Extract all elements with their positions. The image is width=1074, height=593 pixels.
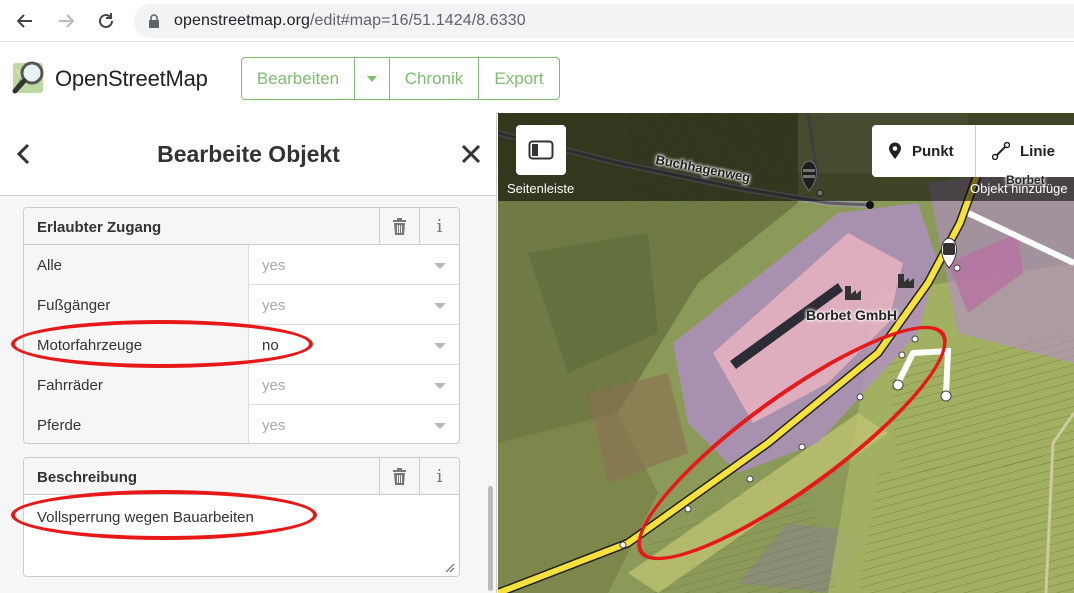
inspector-sidebar: Bearbeite Objekt Erlaubter Zugang i Alle… xyxy=(0,113,497,593)
dropdown-caret-icon[interactable] xyxy=(434,383,446,389)
description-info-button[interactable]: i xyxy=(419,458,459,495)
map-canvas[interactable]: Seitenleiste Punkt Linie Objekt hinzufüg… xyxy=(498,113,1074,593)
edit-dropdown-button[interactable] xyxy=(355,58,390,99)
access-row: Fahrräder yes xyxy=(24,365,459,405)
sidebar-toggle-button[interactable] xyxy=(516,125,566,175)
access-value-combo[interactable]: yes xyxy=(250,285,459,325)
trash-icon xyxy=(393,468,406,485)
brand-name[interactable]: OpenStreetMap xyxy=(55,66,208,92)
info-icon: i xyxy=(436,216,443,237)
add-line-label: Linie xyxy=(1020,142,1056,160)
add-feature-group: Punkt Linie xyxy=(872,125,1074,177)
access-value-combo[interactable]: yes xyxy=(250,365,459,405)
browser-toolbar: openstreetmap.org/edit#map=16/51.1424/8.… xyxy=(0,0,1074,42)
back-arrow-icon[interactable] xyxy=(13,9,37,33)
osm-header: OpenStreetMap Bearbeiten Chronik Export xyxy=(0,43,1074,113)
access-key: Fahrräder xyxy=(24,365,249,405)
edit-button[interactable]: Bearbeiten xyxy=(242,58,355,99)
access-field-label: Erlaubter Zugang xyxy=(37,219,162,236)
access-info-button[interactable]: i xyxy=(419,208,459,245)
dropdown-caret-icon[interactable] xyxy=(434,303,446,309)
access-field-header: Erlaubter Zugang i xyxy=(24,208,459,245)
access-delete-button[interactable] xyxy=(379,208,419,245)
osm-logo-icon[interactable] xyxy=(12,59,48,95)
sidebar-scrollbar[interactable] xyxy=(488,486,493,591)
dropdown-caret-icon[interactable] xyxy=(434,263,446,269)
caret-down-icon xyxy=(367,75,377,82)
line-icon xyxy=(992,142,1010,160)
url-host: openstreetmap.org xyxy=(174,12,311,29)
add-point-label: Punkt xyxy=(912,142,954,160)
sidebar-toggle-icon xyxy=(528,140,554,160)
point-icon xyxy=(889,142,901,159)
panel-title: Bearbeite Objekt xyxy=(157,141,340,167)
dropdown-caret-icon[interactable] xyxy=(434,343,446,349)
description-delete-button[interactable] xyxy=(379,458,419,495)
add-point-button[interactable]: Punkt xyxy=(872,125,976,177)
url-text: openstreetmap.org/edit#map=16/51.1424/8.… xyxy=(174,12,526,30)
add-line-button[interactable]: Linie xyxy=(976,125,1074,177)
annotation-oval-motorfahrzeuge xyxy=(11,320,313,368)
company-label: Borbet GmbH xyxy=(806,307,897,323)
dropdown-caret-icon[interactable] xyxy=(434,423,446,429)
inspector-header: Bearbeite Objekt xyxy=(0,113,496,196)
description-field-header: Beschreibung i xyxy=(24,458,459,495)
history-button[interactable]: Chronik xyxy=(390,58,479,99)
url-path: /edit#map=16/51.1424/8.6330 xyxy=(310,12,526,29)
reload-icon[interactable] xyxy=(94,9,118,33)
sidebar-toggle-label: Seitenleiste xyxy=(507,181,575,196)
access-value-combo[interactable]: yes xyxy=(250,245,459,285)
access-row: Fußgänger yes xyxy=(24,285,459,325)
company-label-short: Borbet xyxy=(1006,173,1045,187)
annotation-oval-description xyxy=(11,490,317,540)
forward-arrow-icon[interactable] xyxy=(54,9,78,33)
map-top-bar: Seitenleiste Punkt Linie Objekt hinzufüg… xyxy=(498,113,1074,201)
close-icon[interactable] xyxy=(461,144,481,164)
lock-icon xyxy=(149,14,159,28)
access-key: Fußgänger xyxy=(24,285,249,325)
access-value-combo[interactable]: yes xyxy=(250,405,459,443)
description-field-label: Beschreibung xyxy=(37,469,138,486)
main-button-group: Bearbeiten Chronik Export xyxy=(241,57,560,100)
trash-icon xyxy=(393,218,406,235)
access-row: Alle yes xyxy=(24,245,459,285)
address-bar[interactable]: openstreetmap.org/edit#map=16/51.1424/8.… xyxy=(134,4,1074,38)
access-key: Pferde xyxy=(24,405,249,443)
export-button[interactable]: Export xyxy=(479,58,559,99)
access-row: Pferde yes xyxy=(24,405,459,443)
access-key: Alle xyxy=(24,245,249,285)
resize-handle-icon[interactable] xyxy=(445,563,455,573)
info-icon: i xyxy=(436,466,443,487)
